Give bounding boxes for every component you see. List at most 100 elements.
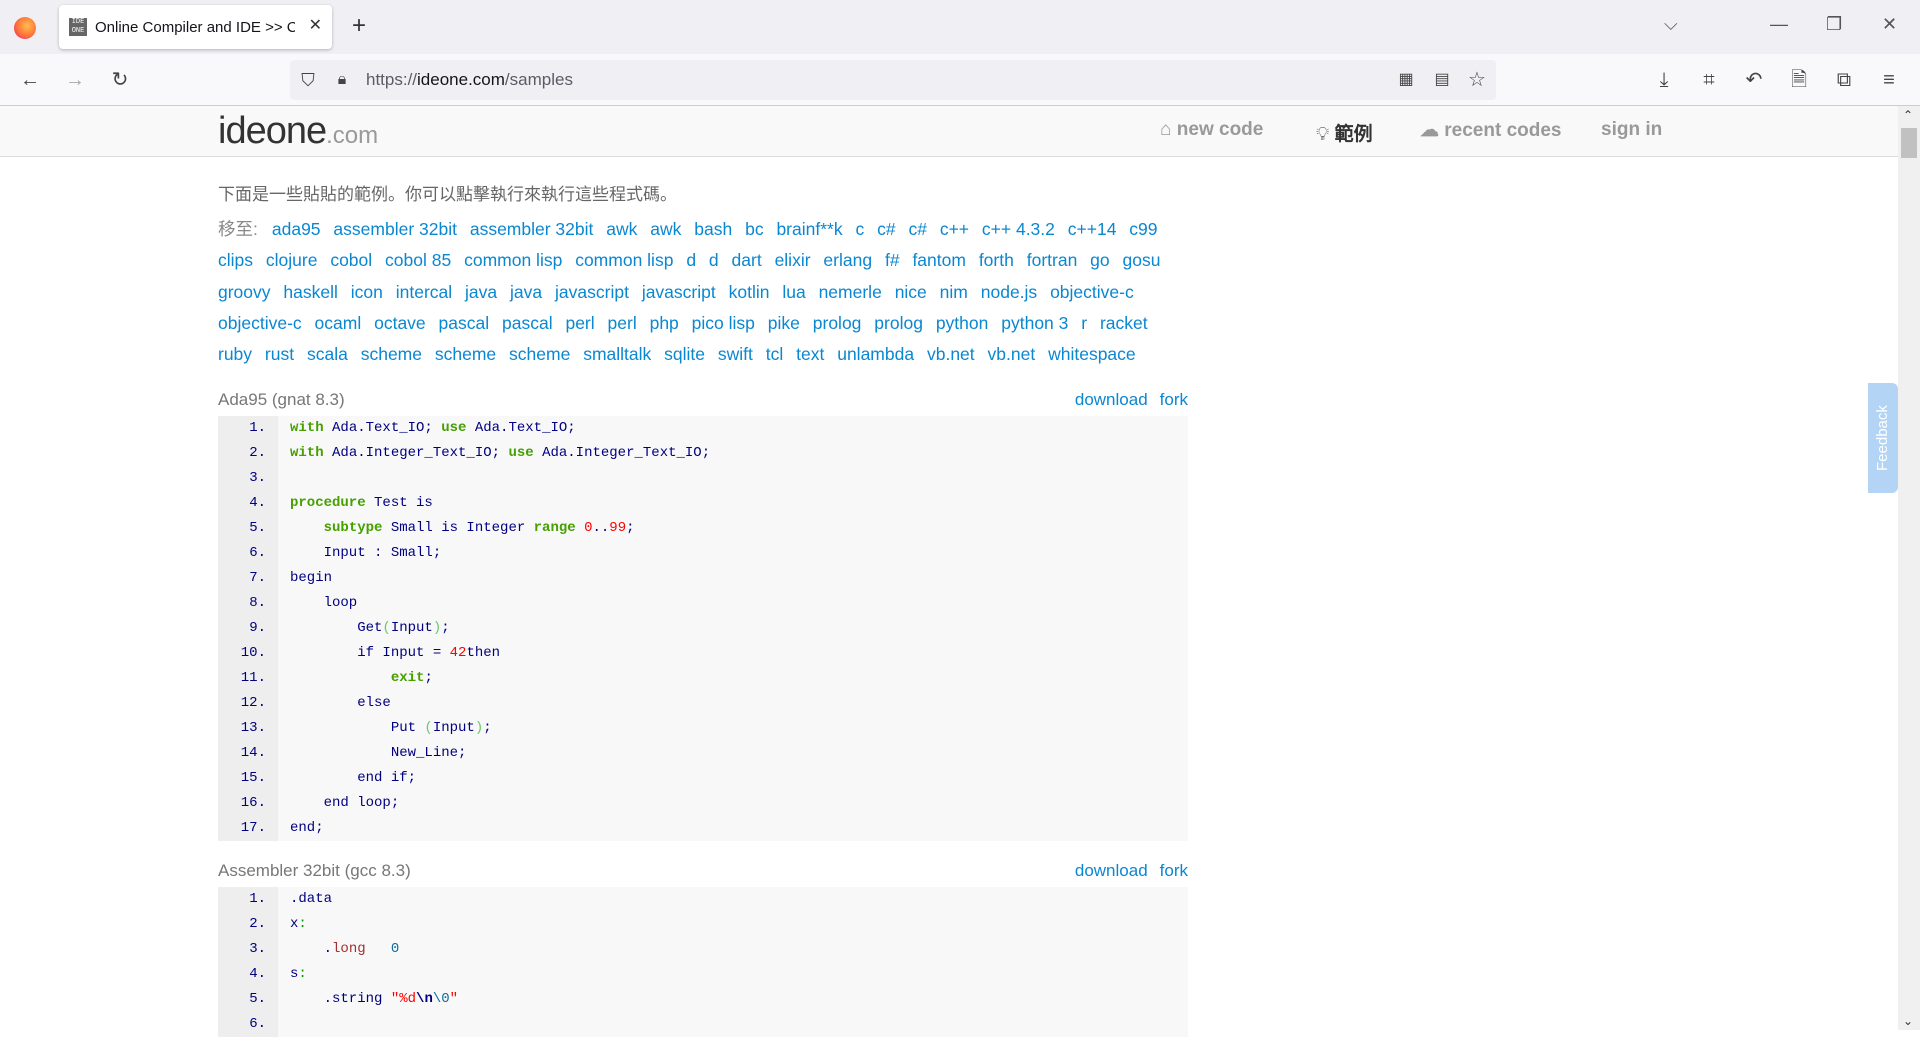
nav-recent-codes[interactable]: ☁ recent codes	[1420, 119, 1562, 142]
language-link[interactable]: c99	[1129, 219, 1157, 239]
language-link[interactable]: pico lisp	[692, 313, 755, 333]
download-link[interactable]: download	[1075, 390, 1148, 409]
language-link[interactable]: d	[686, 250, 696, 270]
language-link[interactable]: perl	[565, 313, 594, 333]
language-link[interactable]: erlang	[823, 250, 872, 270]
language-link[interactable]: whitespace	[1048, 344, 1136, 364]
language-link[interactable]: node.js	[981, 282, 1037, 302]
download-icon[interactable]: ⤓	[1652, 68, 1676, 92]
browser-tab[interactable]: IDE ONE Online Compiler and IDE >> C ✕	[59, 5, 332, 49]
language-link[interactable]: python	[936, 313, 989, 333]
scroll-up-icon[interactable]: ⌃	[1903, 108, 1913, 122]
language-link[interactable]: javascript	[555, 282, 629, 302]
language-link[interactable]: c	[855, 219, 864, 239]
language-link[interactable]: dart	[732, 250, 762, 270]
language-link[interactable]: tcl	[766, 344, 784, 364]
language-link[interactable]: assembler 32bit	[333, 219, 457, 239]
feedback-tab[interactable]: Feedback	[1868, 383, 1898, 493]
ideone-logo[interactable]: ideone.com	[218, 110, 378, 153]
language-link[interactable]: groovy	[218, 282, 271, 302]
language-link[interactable]: haskell	[283, 282, 337, 302]
language-link[interactable]: objective-c	[218, 313, 302, 333]
lock-icon[interactable]: 🔒︎	[330, 68, 354, 92]
language-link[interactable]: ada95	[272, 219, 321, 239]
language-link[interactable]: common lisp	[575, 250, 673, 270]
language-link[interactable]: awk	[606, 219, 637, 239]
language-link[interactable]: common lisp	[464, 250, 562, 270]
language-link[interactable]: octave	[374, 313, 426, 333]
language-link[interactable]: bc	[745, 219, 763, 239]
qr-code-icon[interactable]: ▦	[1394, 68, 1418, 92]
language-link[interactable]: gosu	[1123, 250, 1161, 270]
language-link[interactable]: nice	[895, 282, 927, 302]
new-tab-button[interactable]: +	[352, 12, 366, 40]
crop-icon[interactable]: ⌗	[1697, 68, 1721, 92]
language-link[interactable]: python 3	[1001, 313, 1068, 333]
language-link[interactable]: scheme	[435, 344, 496, 364]
bookmark-star-icon[interactable]: ☆	[1465, 68, 1489, 92]
reload-icon[interactable]: ↻	[108, 68, 132, 92]
language-link[interactable]: java	[510, 282, 542, 302]
nav-sign-in[interactable]: sign in	[1601, 119, 1662, 141]
list-tabs-chevron-icon[interactable]: ⌵	[1664, 14, 1678, 35]
menu-icon[interactable]: ≡	[1877, 68, 1901, 92]
language-link[interactable]: c++14	[1068, 219, 1117, 239]
undo-arrow-icon[interactable]: ↶	[1742, 68, 1766, 92]
language-link[interactable]: assembler 32bit	[470, 219, 594, 239]
window-close-icon[interactable]: ✕	[1882, 14, 1897, 35]
language-link[interactable]: cobol 85	[385, 250, 451, 270]
language-link[interactable]: java	[465, 282, 497, 302]
language-link[interactable]: smalltalk	[583, 344, 651, 364]
language-link[interactable]: c++ 4.3.2	[982, 219, 1055, 239]
language-link[interactable]: objective-c	[1050, 282, 1134, 302]
forward-icon[interactable]: →	[63, 68, 87, 92]
language-link[interactable]: ocaml	[315, 313, 362, 333]
language-link[interactable]: javascript	[642, 282, 716, 302]
restore-icon[interactable]: ❐	[1826, 14, 1842, 35]
fork-link[interactable]: fork	[1160, 390, 1188, 409]
page-scrollbar[interactable]: ⌃ ⌄	[1898, 106, 1920, 1030]
language-link[interactable]: c#	[877, 219, 895, 239]
language-link[interactable]: rust	[265, 344, 294, 364]
nav-samples[interactable]: 💡︎ 範例	[1316, 119, 1373, 146]
language-link[interactable]: go	[1090, 250, 1109, 270]
language-link[interactable]: swift	[718, 344, 753, 364]
reader-view-icon[interactable]: ▤	[1430, 68, 1454, 92]
language-link[interactable]: lua	[782, 282, 805, 302]
language-link[interactable]: sqlite	[664, 344, 705, 364]
language-link[interactable]: perl	[608, 313, 637, 333]
language-link[interactable]: ruby	[218, 344, 252, 364]
language-link[interactable]: vb.net	[927, 344, 975, 364]
language-link[interactable]: nim	[940, 282, 968, 302]
language-link[interactable]: racket	[1100, 313, 1148, 333]
language-link[interactable]: prolog	[874, 313, 923, 333]
nav-new-code[interactable]: ⌂ new code	[1160, 119, 1263, 141]
fork-link[interactable]: fork	[1160, 861, 1188, 880]
back-icon[interactable]: ←	[18, 68, 42, 92]
language-link[interactable]: forth	[979, 250, 1014, 270]
language-link[interactable]: d	[709, 250, 719, 270]
firefox-icon[interactable]	[14, 17, 36, 39]
language-link[interactable]: clips	[218, 250, 253, 270]
language-link[interactable]: cobol	[330, 250, 372, 270]
language-link[interactable]: c#	[908, 219, 926, 239]
language-link[interactable]: awk	[650, 219, 681, 239]
minimize-icon[interactable]: —	[1770, 14, 1788, 35]
language-link[interactable]: bash	[694, 219, 732, 239]
language-link[interactable]: prolog	[813, 313, 862, 333]
url-bar[interactable]: ⛉ 🔒︎ https://ideone.com/samples ▦ ▤ ☆	[290, 60, 1496, 100]
language-link[interactable]: pascal	[439, 313, 490, 333]
language-link[interactable]: scheme	[361, 344, 422, 364]
download-link[interactable]: download	[1075, 861, 1148, 880]
language-link[interactable]: scheme	[509, 344, 570, 364]
language-link[interactable]: elixir	[775, 250, 811, 270]
language-link[interactable]: unlambda	[837, 344, 914, 364]
language-link[interactable]: r	[1081, 313, 1087, 333]
language-link[interactable]: vb.net	[988, 344, 1036, 364]
language-link[interactable]: fantom	[912, 250, 966, 270]
language-link[interactable]: intercal	[396, 282, 452, 302]
language-link[interactable]: php	[650, 313, 679, 333]
language-link[interactable]: scala	[307, 344, 348, 364]
scroll-down-icon[interactable]: ⌄	[1903, 1014, 1913, 1028]
language-link[interactable]: text	[796, 344, 824, 364]
